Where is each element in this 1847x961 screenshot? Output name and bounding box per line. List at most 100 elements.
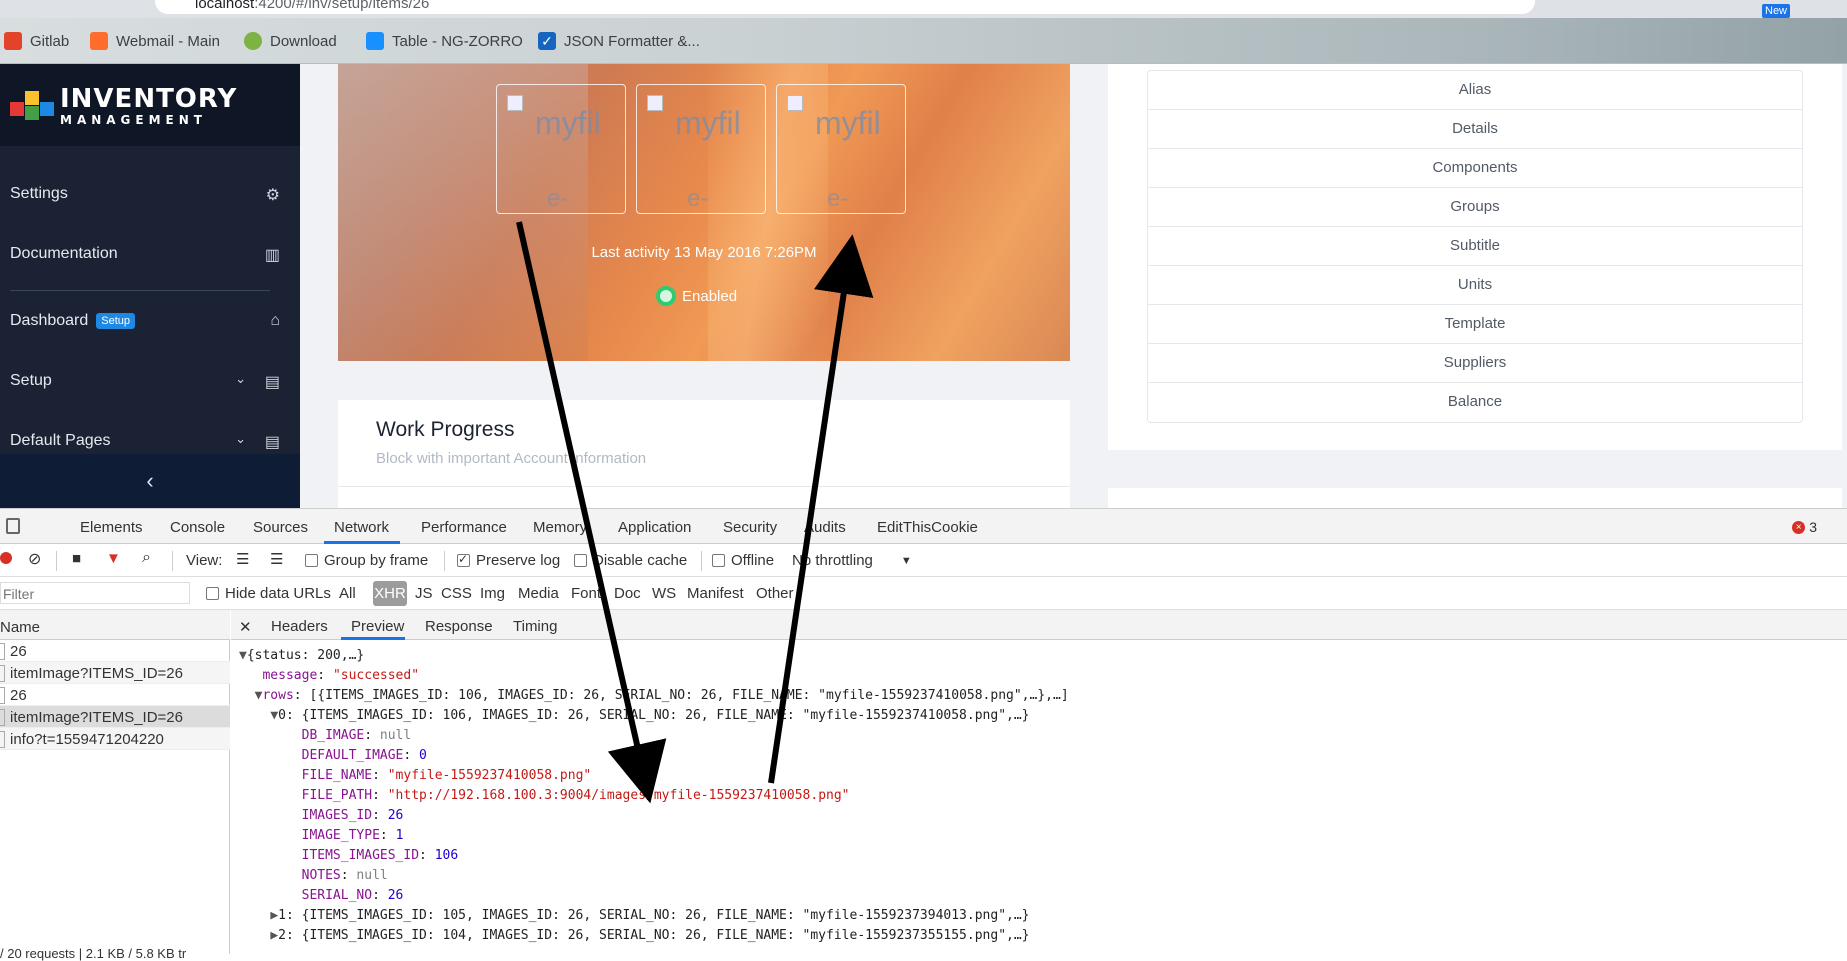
bookmark-ng-zorro[interactable]: Table - NG-ZORRO bbox=[366, 32, 523, 50]
json-row-1[interactable]: ▶1: {ITEMS_IMAGES_ID: 105, IMAGES_ID: 26… bbox=[239, 906, 1069, 926]
json-rows[interactable]: ▼rows: [{ITEMS_IMAGES_ID: 106, IMAGES_ID… bbox=[239, 686, 1069, 706]
group-by-frame-checkbox[interactable]: Group by frame bbox=[305, 552, 428, 569]
json-field: IMAGES_ID: 26 bbox=[301, 808, 404, 823]
bookmark-download[interactable]: Download bbox=[244, 32, 337, 50]
hide-data-urls-checkbox[interactable]: Hide data URLs bbox=[206, 585, 331, 602]
request-row-selected[interactable]: itemImage?ITEMS_ID=26 bbox=[0, 706, 230, 728]
sidebar-item-settings[interactable]: Settings ⚙ bbox=[10, 179, 280, 209]
device-toolbar-icon[interactable] bbox=[6, 518, 20, 534]
image-alt-text: e- bbox=[547, 185, 569, 212]
filter-icon[interactable]: ▼ bbox=[106, 550, 121, 567]
sidebar-item-dashboard[interactable]: Dashboard Setup ⌂ bbox=[10, 306, 280, 336]
list-item-balance[interactable]: Balance bbox=[1148, 383, 1802, 422]
request-row[interactable]: info?t=1559471204220 bbox=[0, 728, 230, 750]
bookmark-json-formatter[interactable]: ✓ JSON Formatter &... bbox=[538, 32, 700, 50]
tab-preview[interactable]: Preview bbox=[351, 618, 404, 635]
list-item-units[interactable]: Units bbox=[1148, 266, 1802, 305]
chevron-down-icon: ⌄ bbox=[235, 371, 246, 386]
filter-css[interactable]: CSS bbox=[441, 585, 472, 602]
tab-performance[interactable]: Performance bbox=[421, 519, 507, 536]
active-tab-indicator bbox=[341, 637, 405, 640]
tab-elements[interactable]: Elements bbox=[80, 519, 143, 536]
ng-zorro-icon bbox=[366, 32, 384, 50]
json-row-2[interactable]: ▶2: {ITEMS_IMAGES_ID: 104, IMAGES_ID: 26… bbox=[239, 926, 1069, 946]
offline-checkbox[interactable]: Offline bbox=[712, 552, 774, 569]
request-row[interactable]: 26 bbox=[0, 640, 230, 662]
filter-input[interactable] bbox=[0, 582, 190, 604]
error-counter[interactable]: × 3 bbox=[1792, 519, 1817, 535]
close-icon[interactable]: ✕ bbox=[239, 618, 252, 636]
list-item-groups[interactable]: Groups bbox=[1148, 188, 1802, 227]
throttling-select[interactable]: No throttling ▼ bbox=[792, 552, 912, 569]
json-row-0[interactable]: ▼0: {ITEMS_IMAGES_ID: 106, IMAGES_ID: 26… bbox=[239, 706, 1069, 726]
filter-manifest[interactable]: Manifest bbox=[687, 585, 744, 602]
app-logo[interactable]: INVENTORY MANAGEMENT bbox=[0, 64, 300, 146]
record-icon[interactable] bbox=[0, 552, 12, 564]
bookmark-webmail[interactable]: Webmail - Main bbox=[90, 32, 220, 50]
list-item-template[interactable]: Template bbox=[1148, 305, 1802, 344]
list-item-components[interactable]: Components bbox=[1148, 149, 1802, 188]
secondary-card bbox=[1108, 488, 1842, 508]
library-icon: ▥ bbox=[264, 247, 280, 264]
sidebar-item-setup[interactable]: Setup ⌄ ▤ bbox=[10, 366, 280, 396]
filter-all[interactable]: All bbox=[339, 585, 356, 602]
tab-security[interactable]: Security bbox=[723, 519, 777, 536]
large-rows-icon[interactable]: ☰ bbox=[236, 550, 249, 568]
filter-xhr[interactable]: XHR bbox=[373, 581, 407, 606]
filter-ws[interactable]: WS bbox=[652, 585, 676, 602]
broken-image-icon bbox=[647, 95, 663, 111]
preserve-log-checkbox[interactable]: Preserve log bbox=[457, 552, 560, 569]
list-item-subtitle[interactable]: Subtitle bbox=[1148, 227, 1802, 266]
tab-network[interactable]: Network bbox=[334, 519, 389, 536]
address-bar[interactable]: localhost:4200/#/inv/setup/items/26 bbox=[155, 0, 1535, 14]
search-icon[interactable]: ⌕ bbox=[142, 549, 151, 567]
last-activity-text: Last activity 13 May 2016 7:26PM bbox=[591, 244, 817, 261]
list-icon: ▤ bbox=[264, 374, 280, 391]
disable-cache-checkbox[interactable]: Disable cache bbox=[574, 552, 687, 569]
sidebar-item-default-pages[interactable]: Default Pages ⌄ ▤ bbox=[10, 426, 280, 456]
bookmark-gitlab[interactable]: Gitlab bbox=[4, 32, 69, 50]
sidebar-item-documentation[interactable]: Documentation ▥ bbox=[10, 239, 280, 269]
tab-timing[interactable]: Timing bbox=[513, 618, 557, 635]
filter-media[interactable]: Media bbox=[518, 585, 559, 602]
cpanel-icon bbox=[90, 32, 108, 50]
clear-icon[interactable]: ⊘ bbox=[28, 549, 41, 569]
gitlab-icon bbox=[4, 32, 22, 50]
request-row[interactable]: 26 bbox=[0, 684, 230, 706]
camera-icon[interactable]: ■ bbox=[72, 550, 81, 567]
image-thumbnail[interactable]: myfil e- bbox=[636, 84, 766, 214]
image-thumbnail[interactable]: myfil e- bbox=[776, 84, 906, 214]
request-summary: / 20 requests | 2.1 KB / 5.8 KB tr bbox=[0, 946, 187, 961]
filter-js[interactable]: JS bbox=[415, 585, 433, 602]
tab-application[interactable]: Application bbox=[618, 519, 691, 536]
status-indicator: Enabled bbox=[656, 286, 737, 306]
filter-other[interactable]: Other bbox=[756, 585, 794, 602]
request-row[interactable]: itemImage?ITEMS_ID=26 bbox=[0, 662, 230, 684]
list-item-details[interactable]: Details bbox=[1148, 110, 1802, 149]
error-icon: × bbox=[1792, 520, 1806, 534]
tab-editthiscookie[interactable]: EditThisCookie bbox=[877, 519, 978, 536]
chevron-left-icon: ‹ bbox=[146, 468, 154, 493]
image-alt-text: e- bbox=[687, 185, 709, 212]
json-field: NOTES: null bbox=[301, 868, 388, 883]
tab-sources[interactable]: Sources bbox=[253, 519, 308, 536]
json-field: SERIAL_NO: 26 bbox=[301, 888, 404, 903]
request-list-header[interactable]: Name bbox=[0, 610, 230, 640]
item-menu-card: Alias Details Components Groups Subtitle… bbox=[1108, 64, 1842, 450]
filter-doc[interactable]: Doc bbox=[614, 585, 641, 602]
tab-audits[interactable]: Audits bbox=[804, 519, 846, 536]
tab-console[interactable]: Console bbox=[170, 519, 225, 536]
json-root[interactable]: ▼{status: 200,…} bbox=[239, 646, 1069, 666]
overview-icon[interactable]: ☰ bbox=[270, 550, 283, 568]
tab-headers[interactable]: Headers bbox=[271, 618, 328, 635]
image-thumbnail[interactable]: myfil e- bbox=[496, 84, 626, 214]
list-item-suppliers[interactable]: Suppliers bbox=[1148, 344, 1802, 383]
image-alt-text: e- bbox=[827, 185, 849, 212]
image-alt-text: myfil bbox=[675, 105, 741, 141]
tab-response[interactable]: Response bbox=[425, 618, 493, 635]
filter-img[interactable]: Img bbox=[480, 585, 505, 602]
filter-font[interactable]: Font bbox=[571, 585, 601, 602]
sidebar-collapse-button[interactable]: ‹ bbox=[0, 454, 300, 508]
list-item-alias[interactable]: Alias bbox=[1148, 71, 1802, 110]
tab-memory[interactable]: Memory bbox=[533, 519, 587, 536]
